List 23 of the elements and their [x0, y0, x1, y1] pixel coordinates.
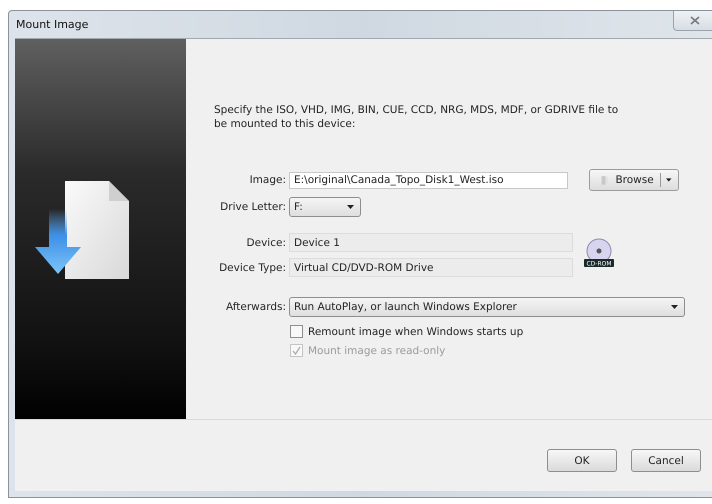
caret-icon — [666, 178, 672, 182]
cancel-button[interactable]: Cancel — [631, 449, 701, 472]
close-button[interactable] — [673, 10, 712, 30]
checkbox[interactable] — [290, 325, 303, 338]
field-label: Image: — [248, 174, 287, 186]
checkbox-label: Remount image when Windows starts up — [308, 326, 524, 338]
checkbox-label: Mount image as read-only — [308, 344, 446, 356]
device-type-field: Virtual CD/DVD-ROM Drive — [289, 258, 573, 277]
device-field: Device 1 — [289, 233, 573, 252]
caret-icon — [347, 205, 354, 209]
browse-button[interactable]: Browse — [589, 169, 679, 191]
afterwards-dropdown[interactable]: Run AutoPlay, or launch Windows Explorer — [289, 297, 685, 317]
field-label: Device: — [246, 236, 287, 248]
instruction-text: Specify the ISO, VHD, IMG, BIN, CUE, CCD, NRG, MDS, MDF, or GDRIVE file to be mounted to this device: — [214, 103, 620, 131]
caret-icon — [671, 305, 678, 309]
field-label: Drive Letter: — [219, 201, 287, 213]
drive-letter-dropdown[interactable]: F: — [289, 197, 361, 217]
field-label: Device Type: — [218, 262, 287, 274]
field-label: Afterwards: — [224, 301, 287, 313]
image-path-field[interactable]: E:\original\Canada_Topo_Disk1_West.iso — [289, 172, 568, 188]
close-icon — [690, 16, 700, 24]
window-title: Mount Image — [15, 18, 88, 31]
ok-button[interactable]: OK — [547, 449, 617, 472]
